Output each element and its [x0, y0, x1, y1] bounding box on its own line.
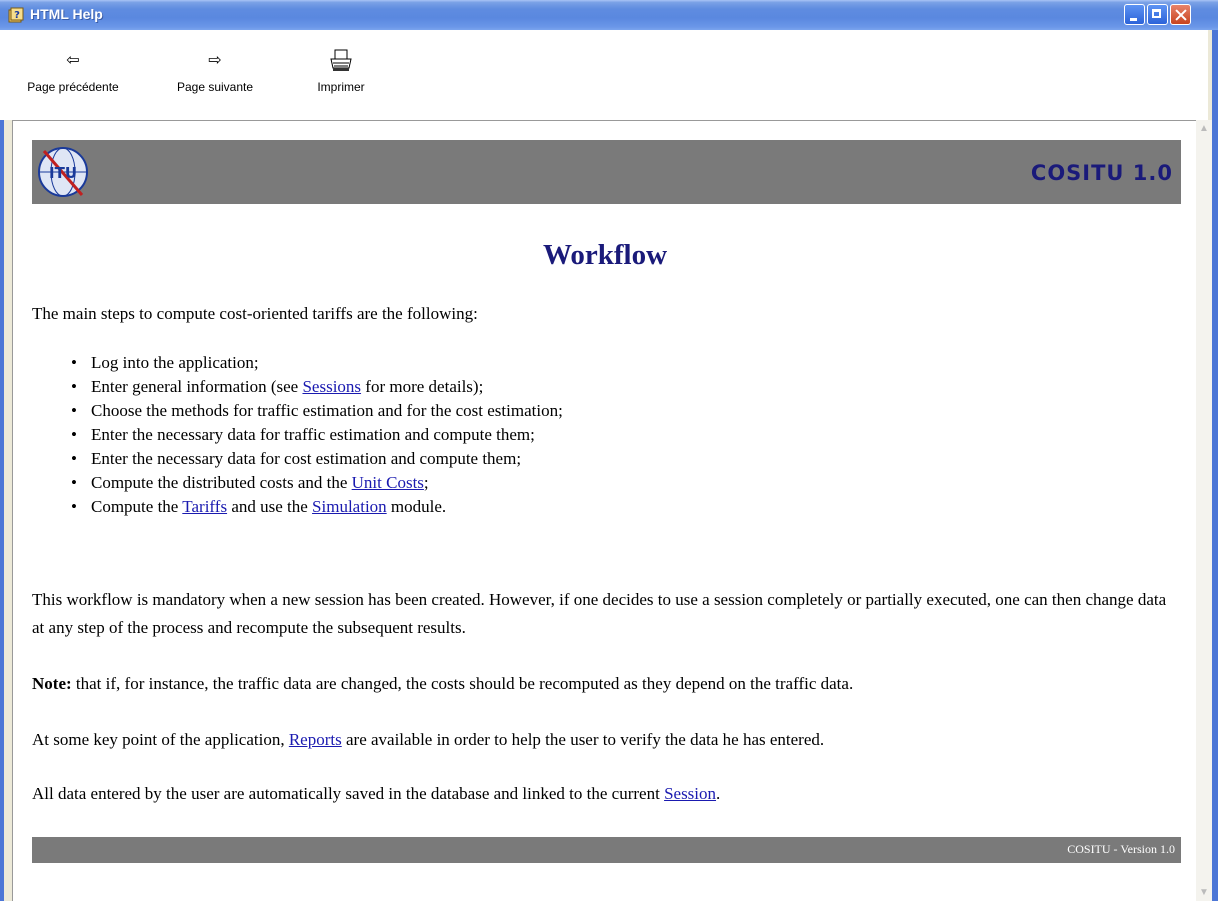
list-item: Enter general information (see Sessions …	[71, 375, 563, 399]
mandatory-text: This workflow is mandatory when a new se…	[32, 590, 1167, 637]
intro-text: The main steps to compute cost-oriented …	[32, 304, 478, 323]
window-title: HTML Help	[30, 6, 103, 22]
list-item: Compute the distributed costs and the Un…	[71, 471, 563, 495]
note-text: that if, for instance, the traffic data …	[71, 674, 854, 693]
svg-text:?: ?	[14, 10, 20, 21]
step-text: Compute the	[91, 497, 183, 516]
version-label: COSITU - Version 1.0	[1067, 842, 1175, 856]
workflow-steps-list: Log into the application; Enter general …	[71, 351, 563, 519]
help-book-icon: ?	[8, 7, 24, 23]
forward-button[interactable]: ⇨ Page suivante	[158, 48, 272, 94]
unit-costs-link[interactable]: Unit Costs	[352, 473, 424, 492]
scroll-up-icon[interactable]: ▲	[1196, 120, 1212, 137]
maximize-button[interactable]	[1147, 4, 1168, 25]
scroll-down-icon[interactable]: ▼	[1196, 884, 1212, 901]
print-button[interactable]: Imprimer	[308, 48, 374, 94]
list-item: Choose the methods for traffic estimatio…	[71, 399, 563, 423]
step-text: for more details);	[361, 377, 484, 396]
vertical-scrollbar[interactable]: ▲ ▼	[1196, 120, 1212, 901]
back-label: Page précédente	[27, 80, 119, 94]
sessions-link[interactable]: Sessions	[302, 377, 361, 396]
header-banner: ITU COSITU 1.0	[32, 140, 1181, 204]
reports-link[interactable]: Reports	[289, 730, 342, 749]
reports-paragraph: At some key point of the application, Re…	[32, 727, 1192, 752]
saved-text: All data entered by the user are automat…	[32, 784, 665, 803]
page-title: Workflow	[542, 239, 668, 271]
step-text: and use the	[227, 497, 313, 516]
print-label: Imprimer	[317, 80, 365, 94]
note-paragraph: Note: that if, for instance, the traffic…	[32, 671, 1192, 696]
session-link[interactable]: Session	[664, 784, 716, 803]
arrow-left-icon: ⇦	[66, 52, 80, 69]
list-item: Enter the necessary data for traffic est…	[71, 423, 563, 447]
tariffs-link[interactable]: Tariffs	[182, 497, 227, 516]
list-item: Compute the Tariffs and use the Simulati…	[71, 495, 563, 519]
toolbar: ⇦ Page précédente ⇨ Page suivante Imprim…	[0, 30, 1208, 120]
step-text: module.	[386, 497, 447, 516]
simulation-link[interactable]: Simulation	[312, 497, 387, 516]
step-text: Compute the distributed costs and the	[91, 473, 352, 492]
footer-bar: COSITU - Version 1.0	[32, 837, 1181, 863]
printer-icon	[330, 49, 352, 71]
window-frame-right	[1212, 30, 1218, 901]
list-item: Enter the necessary data for cost estima…	[71, 447, 563, 471]
list-item: Log into the application;	[71, 351, 563, 375]
step-text: Enter general information (see	[91, 377, 303, 396]
reports-text: At some key point of the application,	[32, 730, 289, 749]
step-text: Enter the necessary data for traffic est…	[91, 425, 535, 444]
step-text: Log into the application;	[91, 353, 259, 372]
step-text: Choose the methods for traffic estimatio…	[91, 401, 563, 420]
title-bar[interactable]: ? HTML Help	[0, 0, 1218, 30]
close-button[interactable]	[1170, 4, 1191, 25]
saved-paragraph: All data entered by the user are automat…	[32, 781, 1192, 806]
forward-label: Page suivante	[176, 80, 254, 94]
saved-text: .	[716, 784, 721, 803]
product-name: COSITU 1.0	[1030, 161, 1173, 185]
help-content-pane[interactable]: ITU COSITU 1.0 Workflow The main steps t…	[12, 120, 1196, 901]
reports-text: are available in order to help the user …	[341, 730, 825, 749]
minimize-button[interactable]	[1124, 4, 1145, 25]
back-button[interactable]: ⇦ Page précédente	[0, 48, 146, 94]
window-frame-left	[0, 30, 4, 901]
step-text: Enter the necessary data for cost estima…	[91, 449, 522, 468]
step-text: ;	[423, 473, 429, 492]
itu-logo: ITU	[38, 147, 88, 197]
note-label: Note:	[32, 674, 72, 693]
logo-text: ITU	[49, 164, 77, 182]
arrow-right-icon: ⇨	[208, 52, 222, 69]
